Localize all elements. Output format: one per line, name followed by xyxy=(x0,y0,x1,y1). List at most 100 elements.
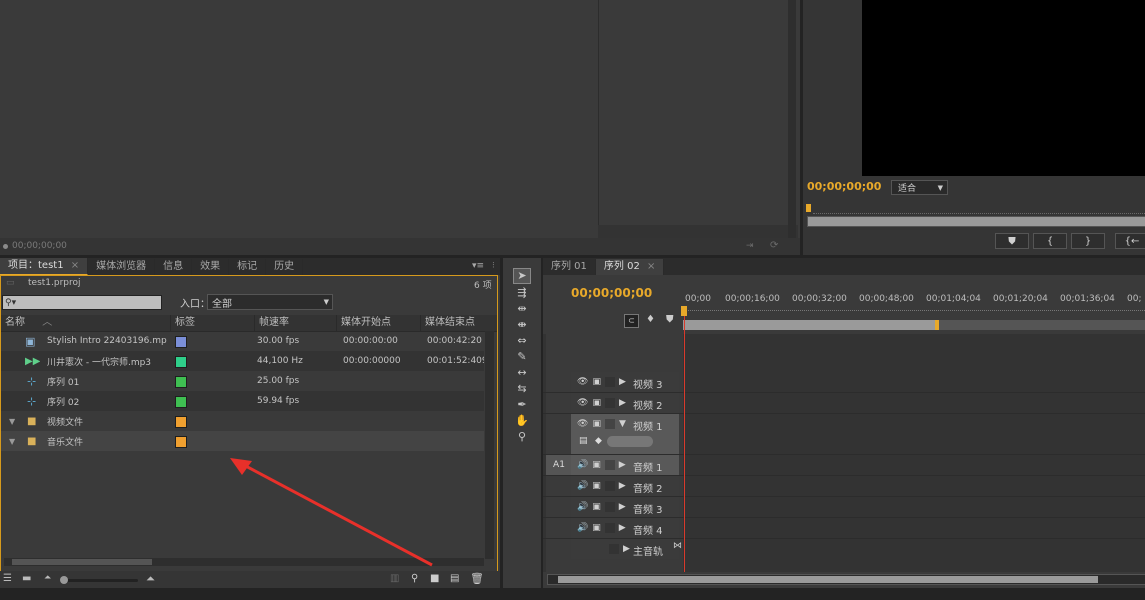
chevron-right-icon[interactable]: ▶ xyxy=(623,544,630,554)
sync-lock-icon[interactable] xyxy=(604,502,615,512)
ripple-edit-icon[interactable]: ⇹ xyxy=(514,302,530,316)
selection-tool-icon[interactable]: ➤ xyxy=(513,268,531,284)
zoom-in-icon[interactable]: ⏶ xyxy=(146,572,155,586)
track-audio-1[interactable]: A1 🔊 ▣ ▶ 音频 1 xyxy=(543,455,1145,476)
chevron-right-icon[interactable]: ▼ xyxy=(9,417,15,426)
slide-icon[interactable]: ⇆ xyxy=(514,382,530,396)
list-item[interactable]: ▣ Stylish Intro 22403196.mp4 30.00 fps 0… xyxy=(1,331,484,351)
close-icon[interactable]: × xyxy=(647,261,655,272)
chevron-right-icon[interactable]: ▶ xyxy=(619,398,626,408)
timeline-timecode[interactable]: 00;00;00;00 xyxy=(571,286,652,300)
tab-media-browser[interactable]: 媒体浏览器 xyxy=(88,258,156,275)
sync-lock-icon[interactable] xyxy=(604,419,615,429)
timeline-horizontal-scrollbar[interactable] xyxy=(547,574,1145,585)
speaker-icon[interactable]: 🔊 xyxy=(577,523,588,533)
rate-stretch-icon[interactable]: ⇔ xyxy=(514,334,530,348)
go-to-in-button[interactable]: {← xyxy=(1115,233,1145,249)
speaker-icon[interactable]: 🔊 xyxy=(577,502,588,512)
zoom-out-icon[interactable]: ⏶ xyxy=(44,573,51,583)
project-vertical-scrollbar[interactable] xyxy=(485,331,494,559)
display-style-icon[interactable]: ▤ xyxy=(579,436,588,446)
automate-to-sequence-icon[interactable]: ▥ xyxy=(390,573,399,584)
lock-icon[interactable]: ▣ xyxy=(592,523,601,533)
label-swatch[interactable] xyxy=(175,396,187,408)
zoom-icon[interactable]: ⚲ xyxy=(514,430,530,444)
fit-dropdown[interactable]: 适合 ▼ xyxy=(891,180,948,195)
track-video-2[interactable]: 👁 ▣ ▶ 视频 2 xyxy=(543,393,1145,414)
track-select-icon[interactable]: ⇶ xyxy=(514,286,530,300)
eye-icon[interactable]: 👁 xyxy=(577,398,588,408)
lock-icon[interactable]: ▣ xyxy=(592,419,601,429)
tab-markers[interactable]: 标记 xyxy=(229,258,267,275)
lock-icon[interactable]: ▣ xyxy=(592,398,601,408)
icon-view-icon[interactable]: ▬ xyxy=(22,573,31,584)
chevron-right-icon[interactable]: ▶ xyxy=(619,502,626,512)
sync-lock-icon[interactable] xyxy=(604,460,615,470)
lock-icon[interactable]: ▣ xyxy=(592,502,601,512)
keyframe-icon[interactable]: ◆ xyxy=(595,436,602,446)
track-audio-4[interactable]: 🔊 ▣ ▶ 音频 4 xyxy=(543,518,1145,539)
list-item[interactable]: ⊹ 序列 01 25.00 fps xyxy=(1,371,484,391)
track-audio-2[interactable]: 🔊 ▣ ▶ 音频 2 xyxy=(543,476,1145,497)
sync-lock-icon[interactable] xyxy=(604,481,615,491)
list-item[interactable]: ▶▶ 川井憲次 - 一代宗师.mp3 44,100 Hz 00:00:00000… xyxy=(1,351,484,371)
source-export-icon[interactable]: ⇥ xyxy=(746,241,754,251)
pen-icon[interactable]: ✒ xyxy=(514,398,530,412)
track-video-1[interactable]: 👁 ▣ ▼ 视频 1 ▤ ◆ xyxy=(543,414,1145,455)
label-swatch[interactable] xyxy=(175,336,187,348)
chevron-down-icon[interactable]: ▼ xyxy=(619,419,626,429)
column-header-media-end[interactable]: 媒体结束点 xyxy=(421,315,497,331)
track-audio-3[interactable]: 🔊 ▣ ▶ 音频 3 xyxy=(543,497,1145,518)
playhead-marker[interactable] xyxy=(681,306,687,316)
list-item[interactable]: ▼ ■ 视频文件 xyxy=(1,411,484,431)
find-icon[interactable]: ⚲ xyxy=(411,573,418,584)
lock-icon[interactable]: ▣ xyxy=(592,377,601,387)
label-swatch[interactable] xyxy=(175,376,187,388)
scrollbar-thumb[interactable] xyxy=(558,576,1098,583)
new-item-icon[interactable]: ▤ xyxy=(450,573,459,584)
list-view-icon[interactable]: ☰ xyxy=(3,573,12,584)
zoom-slider[interactable] xyxy=(60,576,138,584)
marker-icon[interactable]: ⛊ xyxy=(666,314,674,325)
source-patch-a1[interactable]: A1 xyxy=(546,455,572,475)
speaker-icon[interactable]: 🔊 xyxy=(577,481,588,491)
hand-icon[interactable]: ✋ xyxy=(514,414,530,428)
chevron-right-icon[interactable]: ▶ xyxy=(619,377,626,387)
column-header-label[interactable]: 标签 xyxy=(171,315,255,331)
column-header-fps[interactable]: 帧速率 xyxy=(255,315,337,331)
tab-history[interactable]: 历史 xyxy=(266,258,304,275)
sync-lock-icon[interactable] xyxy=(604,523,615,533)
rolling-edit-icon[interactable]: ⇼ xyxy=(514,318,530,332)
eye-icon[interactable]: 👁 xyxy=(577,419,588,429)
lock-icon[interactable]: ▣ xyxy=(592,460,601,470)
source-settings-icon[interactable]: ⟳ xyxy=(770,240,778,251)
add-marker-icon[interactable]: ♦ xyxy=(646,314,655,325)
snap-icon[interactable]: ⊂ xyxy=(624,314,639,328)
work-area-bar[interactable] xyxy=(683,320,936,330)
keyframe-navigator[interactable] xyxy=(607,436,653,447)
new-bin-icon[interactable]: ■ xyxy=(430,573,439,584)
panel-menu-icon[interactable]: ▾≡ xyxy=(472,261,484,271)
track-video-3[interactable]: 👁 ▣ ▶ 视频 3 xyxy=(543,372,1145,393)
in-dropdown[interactable]: 全部 ▼ xyxy=(207,294,333,310)
track-master[interactable]: ▶ 主音轨 ⋈ xyxy=(543,539,1145,559)
column-header-media-start[interactable]: 媒体开始点 xyxy=(337,315,421,331)
zoom-slider-thumb[interactable] xyxy=(60,576,68,584)
search-input[interactable]: ⚲▾ xyxy=(2,295,162,310)
program-timecode[interactable]: 00;00;00;00 xyxy=(807,180,881,193)
tab-project[interactable]: 项目：test1 × xyxy=(0,258,89,275)
chevron-right-icon[interactable]: ▶ xyxy=(619,481,626,491)
playhead-line[interactable] xyxy=(684,316,685,572)
column-header-name[interactable]: 名称 ︿ xyxy=(1,315,171,331)
label-swatch[interactable] xyxy=(175,356,187,368)
tab-info[interactable]: 信息 xyxy=(155,258,193,275)
lock-icon[interactable]: ▣ xyxy=(592,481,601,491)
razor-icon[interactable]: ✎ xyxy=(514,350,530,364)
time-ruler[interactable]: 00;00 00;00;16;00 00;00;32;00 00;00;48;0… xyxy=(683,292,1145,311)
sync-lock-icon[interactable] xyxy=(604,377,615,387)
panel-overflow-icon[interactable]: ⁝ xyxy=(492,261,495,271)
sync-lock-icon[interactable] xyxy=(609,544,619,554)
list-item[interactable]: ▼ ■ 音乐文件 xyxy=(1,431,484,451)
source-playhead-dot[interactable] xyxy=(3,244,8,249)
chevron-right-icon[interactable]: ▶ xyxy=(619,460,626,470)
